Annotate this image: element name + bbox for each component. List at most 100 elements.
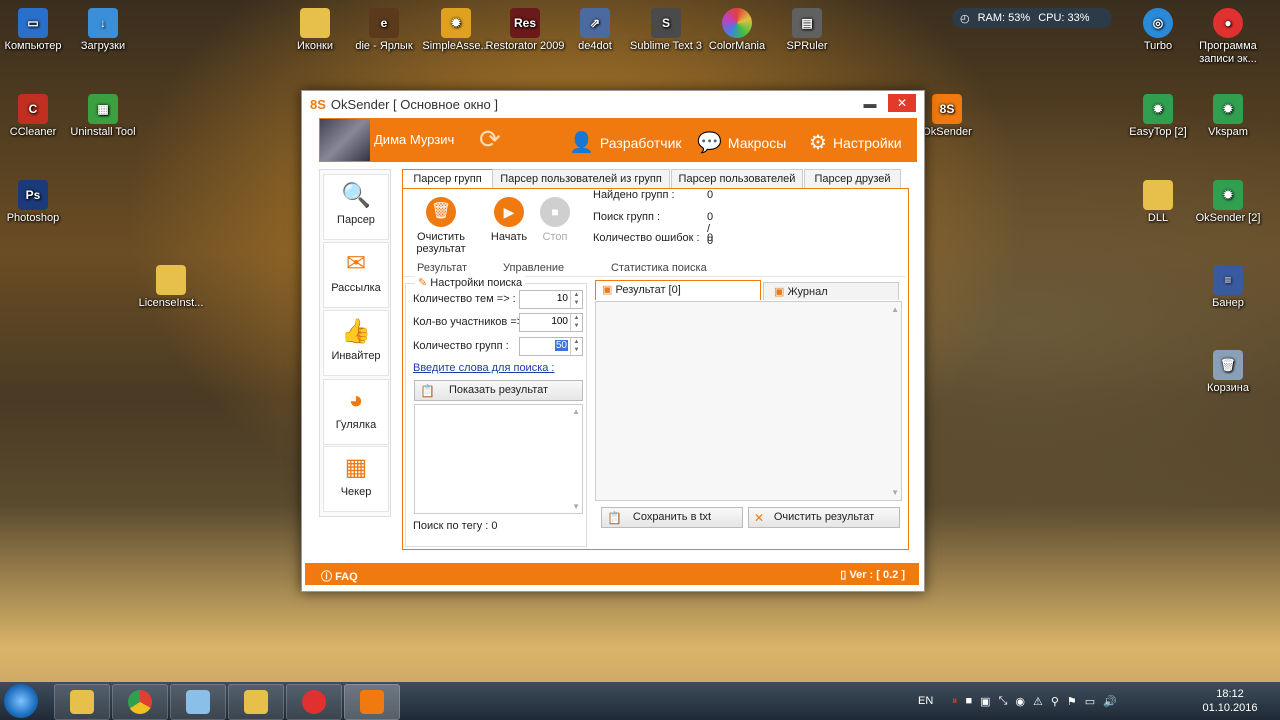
desktop-icon-easytop[interactable]: ✹ EasyTop [2]	[1118, 94, 1198, 139]
desktop-icon-banner[interactable]: ≡ Банер	[1188, 265, 1268, 310]
folder-icon	[300, 8, 330, 38]
clipboard-icon: 📋	[607, 511, 622, 525]
close-button[interactable]: ✕	[888, 94, 916, 112]
keywords-textarea[interactable]: ▲ ▼	[414, 404, 583, 514]
taskbar-recorder[interactable]	[286, 684, 342, 720]
restorator-icon: Res	[510, 8, 540, 38]
start-button[interactable]	[4, 684, 38, 718]
folder-icon	[156, 265, 186, 295]
topics-count-stepper[interactable]: 10 ▲ ▼	[519, 290, 583, 309]
scroll-up-icon[interactable]: ▲	[891, 305, 899, 314]
search-icon: 🔍	[341, 182, 371, 209]
network-status-icon[interactable]: ◉	[1015, 695, 1025, 708]
members-count-stepper[interactable]: 100 ▲ ▼	[519, 313, 583, 332]
user-name[interactable]: Дима Мурзич	[374, 132, 454, 147]
stop-button[interactable]: ■ Стоп	[535, 197, 575, 243]
ribbon-group-stats: Статистика поиска	[611, 262, 707, 274]
desktop-icon-sublime[interactable]: S Sublime Text 3	[626, 8, 706, 53]
desktop-icon-icons-folder[interactable]: Иконки	[275, 8, 355, 53]
explorer-icon	[244, 690, 268, 714]
macros-button[interactable]: 💬 Макросы	[697, 130, 786, 155]
title-bar[interactable]: 8S OkSender [ Основное окно ] ▬ ✕	[302, 91, 924, 117]
scroll-up-icon[interactable]: ▲	[572, 407, 580, 416]
gear-icon: ✹	[1213, 180, 1243, 210]
sublime-icon: S	[651, 8, 681, 38]
clock[interactable]: 18:12 01.10.2016	[1200, 682, 1260, 720]
groups-count-stepper[interactable]: 50 ▲ ▼	[519, 337, 583, 356]
desktop-icon-dll[interactable]: DLL	[1118, 180, 1198, 225]
start-button[interactable]: ▶ Начать	[487, 197, 531, 243]
scroll-down-icon[interactable]: ▼	[572, 502, 580, 511]
desktop-icon-die[interactable]: e die - Ярлык	[344, 8, 424, 53]
desktop-icon-restorator[interactable]: Res Restorator 2009	[485, 8, 565, 53]
desktop-icon-licenseinst[interactable]: LicenseInst...	[131, 265, 211, 310]
ruler-icon: ▤	[792, 8, 822, 38]
sidebar-item-inviter[interactable]: 👍 Инвайтер	[323, 310, 389, 376]
result-list[interactable]: ▲ ▼	[595, 301, 902, 501]
expand-icon[interactable]: ⤡	[999, 695, 1008, 708]
taskbar-chrome[interactable]	[112, 684, 168, 720]
header-bar: Дима Мурзич ⟳ 👤 Разработчик 💬 Макросы ⚙ …	[319, 118, 917, 162]
usb-icon[interactable]: ⚲	[1051, 695, 1059, 708]
sidebar-item-mailing[interactable]: ✉ Рассылка	[323, 242, 389, 308]
envelope-icon: ✉	[345, 250, 367, 277]
save-txt-button[interactable]: 📋 Сохранить в txt	[601, 507, 743, 528]
sidebar-item-parser[interactable]: 🔍 Парсер	[323, 174, 389, 240]
settings-button[interactable]: ⚙ Настройки	[809, 130, 902, 155]
show-result-button[interactable]: 📋 Показать результат	[414, 380, 583, 401]
desktop-icon-recorder[interactable]: ● Программа записи эк...	[1188, 8, 1268, 66]
tab-users-parser[interactable]: Парсер пользователей	[671, 169, 803, 189]
desktop-icon-downloads[interactable]: ↓ Загрузки	[63, 8, 143, 53]
system-monitor-gadget[interactable]: ◴ RAM: 53% CPU: 33%	[952, 8, 1112, 28]
status-footer: ⓘ FAQ ▯ Ver : [ 0.2 ]	[305, 563, 919, 585]
clock-date: 01.10.2016	[1202, 702, 1258, 714]
sidebar-item-checker[interactable]: ▦ Чекер	[323, 446, 389, 512]
desktop-icon-photoshop[interactable]: Ps Photoshop	[0, 180, 73, 225]
recycle-bin-icon: 🗑	[1213, 350, 1243, 380]
monitor-icon[interactable]: ▭	[1085, 695, 1095, 708]
tab-log[interactable]: ▣ Журнал	[763, 282, 899, 300]
recording-pause-icon[interactable]: ⏸	[952, 695, 958, 708]
tab-friends-parser[interactable]: Парсер друзей	[804, 169, 901, 189]
clear-result-button[interactable]: 🗑 Очистить результат	[411, 197, 471, 255]
desktop-icon-spruler[interactable]: ▤ SPRuler	[767, 8, 847, 53]
faq-link[interactable]: ⓘ FAQ	[321, 568, 358, 584]
warning-icon[interactable]: ⚠	[1033, 695, 1043, 708]
computer-icon: ▭	[18, 8, 48, 38]
sidebar-item-walker[interactable]: ◕ Гулялка	[323, 379, 389, 445]
minimize-button[interactable]: ▬	[862, 96, 878, 111]
desktop-icon-de4dot[interactable]: ⇗ de4dot	[555, 8, 635, 53]
desktop-icon-vkspam[interactable]: ✹ Vkspam	[1188, 94, 1268, 139]
taskbar-folder[interactable]	[54, 684, 110, 720]
tab-group-parser[interactable]: Парсер групп	[402, 169, 493, 190]
gear-icon: ✹	[1213, 94, 1243, 124]
desktop-icon-colormania[interactable]: ColorMania	[697, 8, 777, 53]
language-indicator[interactable]: EN	[918, 695, 933, 707]
folder-icon	[70, 690, 94, 714]
recording-stop-icon[interactable]: ■	[966, 695, 973, 707]
taskbar-notepad[interactable]	[170, 684, 226, 720]
taskbar-explorer[interactable]	[228, 684, 284, 720]
desktop-icon-recycle-bin[interactable]: 🗑 Корзина	[1188, 350, 1268, 395]
taskbar: EN ⏸ ■ ▣ ⤡ ◉ ⚠ ⚲ ⚑ ▭ 🔊 18:12 01.10.2016	[0, 682, 1280, 720]
scroll-down-icon[interactable]: ▼	[891, 488, 899, 497]
stepper-arrows-icon[interactable]: ▲ ▼	[570, 338, 582, 355]
clear-result-list-button[interactable]: ✕ Очистить результат	[748, 507, 900, 528]
developer-button[interactable]: 👤 Разработчик	[569, 130, 682, 155]
flag-icon[interactable]: ⚑	[1067, 695, 1077, 708]
stepper-arrows-icon[interactable]: ▲ ▼	[570, 314, 582, 331]
avatar[interactable]	[320, 119, 370, 161]
tab-result[interactable]: ▣ Результат [0]	[595, 280, 761, 300]
screen-icon[interactable]: ▣	[980, 695, 990, 708]
enter-keywords-link[interactable]: Введите слова для поиска :	[413, 362, 555, 374]
desktop-icon-simpleassembly[interactable]: ✹ SimpleAsse...	[416, 8, 496, 53]
tab-users-from-groups-parser[interactable]: Парсер пользователей из групп	[492, 169, 670, 189]
stepper-arrows-icon[interactable]: ▲ ▼	[570, 291, 582, 308]
desktop-icon-oksender-2[interactable]: ✹ OkSender [2]	[1188, 180, 1268, 225]
taskbar-oksender[interactable]	[344, 684, 400, 720]
desktop-icon-uninstall-tool[interactable]: ▦ Uninstall Tool	[63, 94, 143, 139]
refresh-icon[interactable]: ⟳	[479, 124, 501, 154]
ccleaner-icon: C	[18, 94, 48, 124]
desktop-icon-turbo[interactable]: ◎ Turbo	[1118, 8, 1198, 53]
volume-icon[interactable]: 🔊	[1103, 695, 1117, 708]
